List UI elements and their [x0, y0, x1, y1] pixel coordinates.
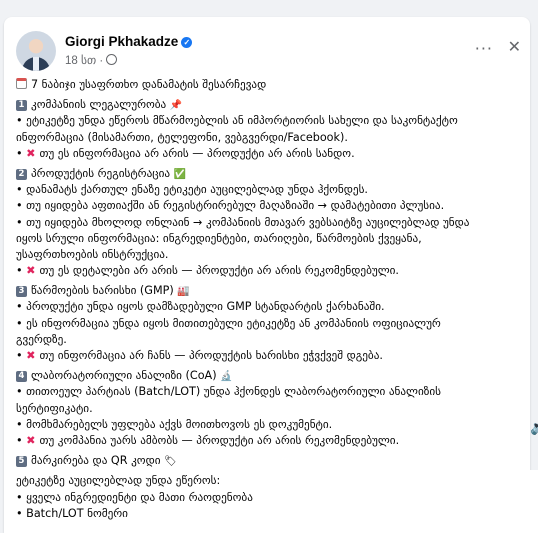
keycap-number-icon: 4 [16, 371, 27, 383]
more-options-icon[interactable]: ··· [475, 39, 493, 58]
body-text-line: • თითოეულ პარტიას (Batch/LOT) უნდა ჰქონდ… [16, 385, 441, 399]
body-text-line: • Batch/LOT ნომერი [16, 506, 128, 520]
side-panel [528, 470, 538, 533]
section-heading: 3 წარმოების ხარისხი (GMP) 🏭 [16, 283, 521, 299]
section-emoji-icon: 🔬 [220, 371, 233, 383]
warning-text: თუ კომპანია უარს ამბობს — პროდუქტი არ არ… [39, 433, 400, 447]
warning-text: თუ ეს ინფორმაცია არ არის — პროდუქტი არ ა… [39, 146, 355, 160]
avatar[interactable] [16, 31, 56, 71]
body-text-line: ინფორმაცია (მისამართი, ტელეფონი, ვებგვერ… [16, 130, 348, 144]
section-heading: 2 პროდუქტის რეგისტრაცია ✅ [16, 166, 521, 182]
globe-icon [106, 54, 118, 65]
verified-badge-icon: ✓ [181, 37, 193, 48]
section-heading-text: მარკირება და QR კოდი [31, 454, 165, 468]
bullet: • [16, 433, 27, 447]
body-text-line: იყოს სრული ინფორმაცია: ინგრედიენტები, თა… [16, 231, 422, 245]
section-heading-text: კომპანიის ლეგალურობა [31, 98, 170, 112]
section-emoji-icon: 🏭 [177, 286, 190, 298]
body-text-line: • ეს ინფორმაცია უნდა იყოს მითითებული ეტი… [16, 316, 441, 330]
bullet: • [16, 349, 27, 362]
warning-text: თუ ინფორმაცია არ ჩანს — პროდუქტის ხარისხ… [39, 349, 383, 362]
warning-line: • ✖ თუ ინფორმაცია არ ჩანს — პროდუქტის ხა… [16, 348, 521, 364]
body-text-line: ეტიკეტზე აუცილებლად უნდა ეწეროს: [16, 474, 221, 488]
post-header: Giorgi Pkhakadze ✓ 18 სთ · ··· ✕ [16, 31, 521, 71]
bullet: • [16, 264, 27, 278]
calendar-icon [16, 78, 27, 89]
body-text-line: უსაფრთხოების ინსტრუქცია. [16, 247, 169, 261]
post-title: 7 ნაბიჯი უსაფრთხო დანამატის შესარჩევად [31, 78, 267, 91]
warning-text: თუ ეს დეტალები არ არის — პროდუქტი არ არი… [39, 264, 399, 278]
section-emoji-icon: ✅ [173, 168, 187, 180]
section-emoji-icon: 📌 [169, 100, 183, 112]
keycap-number-icon: 2 [16, 168, 27, 180]
section-heading: 1 კომპანიის ლეგალურობა 📌 [16, 97, 521, 113]
author-name-text[interactable]: Giorgi Pkhakadze [65, 34, 178, 49]
body-text-line: • თუ იყიდება აფთიაქში ან რეგისტრირებულ მ… [16, 199, 445, 213]
keycap-number-icon: 3 [16, 286, 27, 298]
section-heading: 5 მარკირება და QR კოდი 🏷 [16, 453, 521, 469]
cross-mark-icon: ✖ [26, 349, 40, 362]
keycap-number-icon: 1 [16, 100, 27, 112]
body-text-line: • ყველა ინგრედიენტი და მათი რაოდენობა [16, 490, 253, 504]
section-heading-text: წარმოების ხარისხი (GMP) [31, 284, 178, 298]
post-meta: 18 სთ · [65, 53, 118, 67]
author-name[interactable]: Giorgi Pkhakadze ✓ [65, 34, 193, 49]
post-time[interactable]: 18 სთ · [65, 55, 103, 67]
section-emoji-icon: 🏷 [164, 456, 177, 468]
warning-line: • ✖ თუ კომპანია უარს ამბობს — პროდუქტი ა… [16, 433, 521, 449]
speaker-icon[interactable]: 🔈 [530, 420, 538, 436]
keycap-number-icon: 5 [16, 456, 27, 468]
section-heading-text: ლაბორატორიული ანალიზი (CoA) [31, 369, 221, 383]
body-text-line: • მომხმარებელს უფლება აქვს მოითხოვოს ეს … [16, 417, 333, 431]
cross-mark-icon: ✖ [26, 264, 40, 278]
section-heading: 4 ლაბორატორიული ანალიზი (CoA) 🔬 [16, 368, 521, 384]
body-text-line: • თუ იყიდება მხოლოდ ონლაინ → კომპანიის მ… [16, 215, 470, 229]
post-title-line: 7 ნაბიჯი უსაფრთხო დანამატის შესარჩევად [16, 77, 521, 93]
close-icon[interactable]: ✕ [508, 37, 521, 56]
cross-mark-icon: ✖ [26, 146, 40, 160]
cross-mark-icon: ✖ [26, 433, 40, 447]
bullet: • [16, 146, 27, 160]
post-card: Giorgi Pkhakadze ✓ 18 სთ · ··· ✕ 7 ნაბიჯი… [4, 17, 530, 533]
post-content: 7 ნაბიჯი უსაფრთხო დანამატის შესარჩევად 1 კ… [16, 77, 521, 522]
body-text-line: • დანამატს ქართულ ენაზე ეტიკეტი აუცილებლ… [16, 183, 368, 197]
body-text-line: სერტიფიკატი. [16, 401, 93, 415]
section-heading-text: პროდუქტის რეგისტრაცია [31, 166, 174, 180]
avatar-shirt [33, 57, 39, 71]
warning-line: • ✖ თუ ეს ინფორმაცია არ არის — პროდუქტი … [16, 146, 521, 162]
body-text-line: • პროდუქტი უნდა იყოს დამზადებული GMP სტა… [16, 300, 385, 314]
body-text-line: გვერდზე. [16, 332, 67, 346]
warning-line: • ✖ თუ ეს დეტალები არ არის — პროდუქტი არ… [16, 263, 521, 279]
body-text-line: • ეტიკეტზე უნდა ეწეროს მწარმოებლის ან იმ… [16, 114, 458, 128]
